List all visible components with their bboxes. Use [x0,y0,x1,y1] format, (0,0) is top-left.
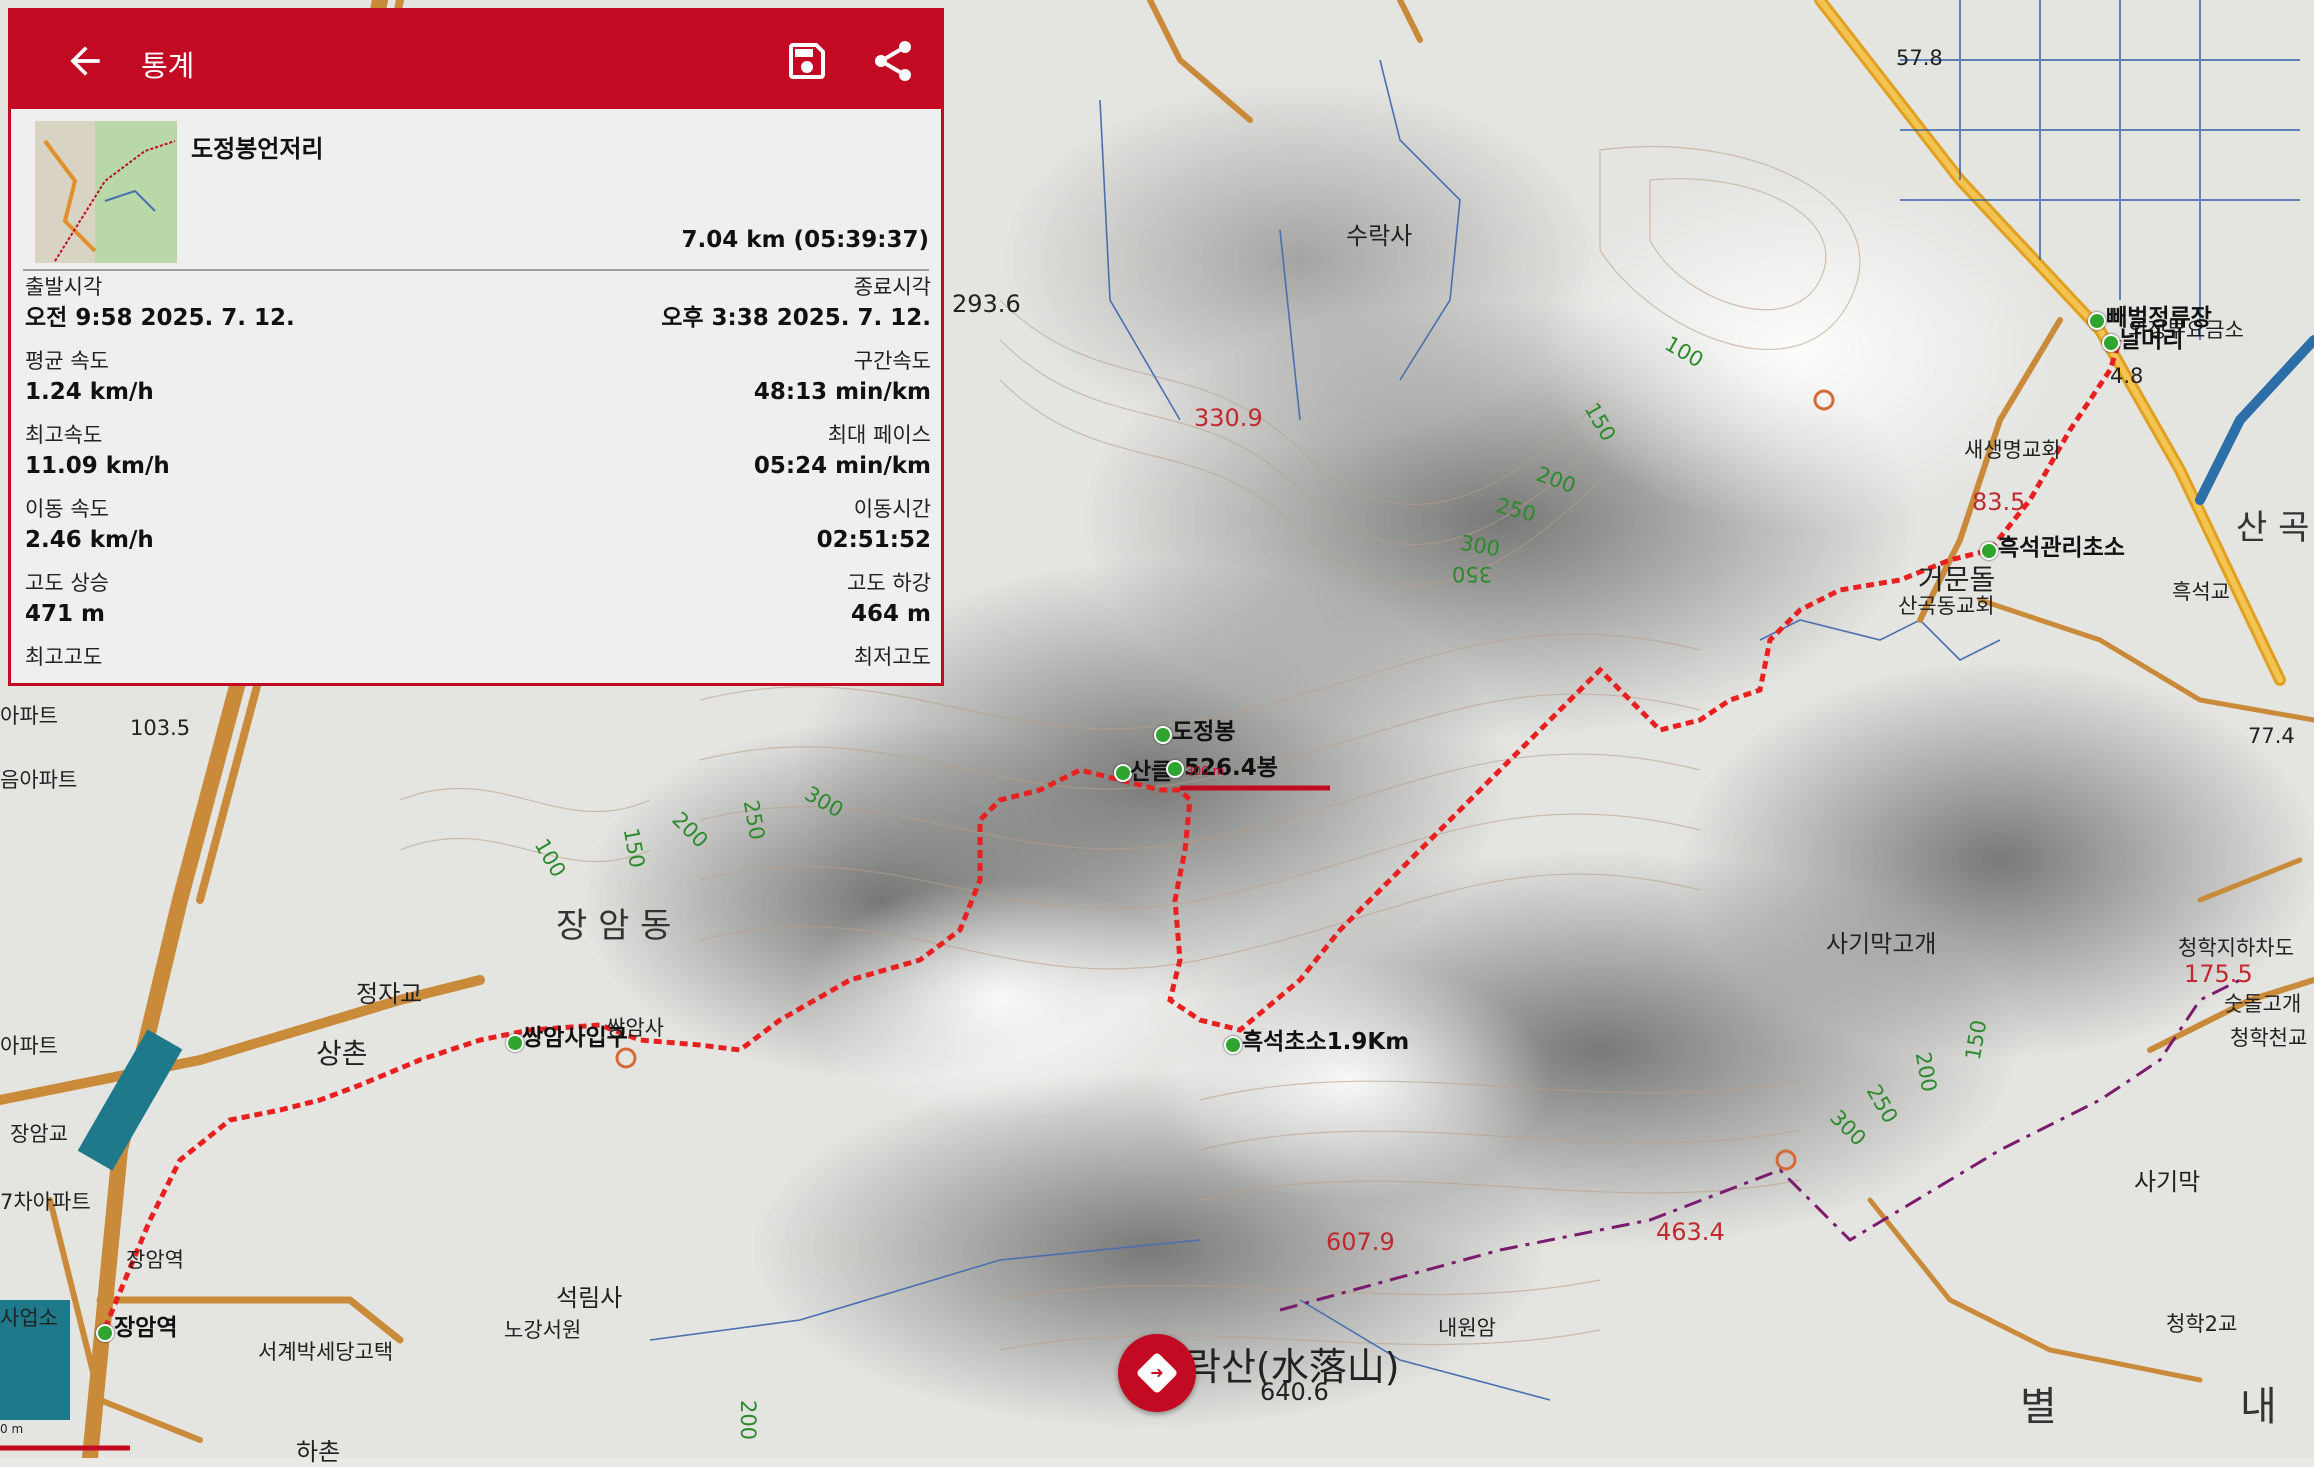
place-sangokchurch: 산곡동교회 [1898,594,1995,618]
waypoint-nalmeori[interactable]: 날머리 [2120,320,2183,354]
waypoint-ssangamipgu[interactable]: 쌍암사입구 [522,1018,628,1052]
place-cheonghakcheongyo: 청학천교 [2230,1026,2308,1050]
stat-label: 최저고도 [853,645,931,669]
app-bar: 통계 [11,11,941,109]
place-sagimak: 사기막 [2134,1168,2201,1196]
place-suraksa: 수락사 [1346,222,1413,250]
place-eopso: 사업소 [0,1306,58,1330]
stats-row: 고도 상승 471 m 고도 하강 464 m [11,569,941,643]
share-icon[interactable] [869,37,917,85]
place-saesaengchurch: 새생명교회 [1964,438,2061,462]
stat-label: 평균 속도 [25,349,109,373]
place-cheonghak2gyo: 청학2교 [2166,1312,2238,1336]
height-label: 293.6 [952,290,1021,318]
place-apt1: 아파트 [0,704,58,728]
place-byeol: 별 [2020,1384,2057,1430]
navigate-button[interactable]: ➜ [1118,1334,1196,1412]
place-naewonam: 내원암 [1438,1316,1496,1340]
stat-label: 구간속도 [853,349,931,373]
place-seoklimsa: 석림사 [556,1284,623,1312]
place-heukseokgyo: 흑석교 [2172,580,2230,604]
height-label: 57.8 [1896,46,1943,70]
peak-label: 463.4 [1656,1218,1725,1246]
scale-bar-label: 0 m [0,1422,24,1436]
height-label: 83.5 [1972,488,2026,516]
place-sangchon: 상촌 [316,1037,368,1070]
place-apt3: 7차아파트 [0,1190,91,1214]
stats-row: 최고속도 11.09 km/h 최대 페이스 05:24 min/km [11,421,941,495]
stat-label: 최고고도 [25,645,103,669]
stats-row: 이동 속도 2.46 km/h 이동시간 02:51:52 [11,495,941,569]
place-sangok: 산 곡 [2236,508,2310,548]
waypoint-marker[interactable] [1224,1036,1242,1054]
stat-value: 1.24 km/h [25,379,154,405]
waypoint-marker[interactable] [2088,312,2106,330]
track-distance-time: 7.04 km (05:39:37) [681,227,929,253]
height-label: 77.4 [2248,724,2295,748]
waypoint-marker[interactable] [1166,760,1184,778]
peak-label: 175.5 [2184,960,2253,988]
stats-row: 평균 속도 1.24 km/h 구간속도 48:13 min/km [11,347,941,421]
waypoint-dojeongbong[interactable]: 도정봉 [1172,712,1235,746]
stat-value: 2.46 km/h [25,527,154,553]
save-icon[interactable] [783,37,831,85]
stats-row: 최고고도 최저고도 [11,643,941,683]
waypoint-marker[interactable] [1154,726,1172,744]
navigate-arrow-icon: ➜ [1150,1363,1164,1382]
place-apt4: 아파트 [0,1034,58,1058]
stat-value: 02:51:52 [816,527,931,553]
stat-label: 출발시각 [25,275,103,299]
statistics-panel: 통계 도정봉언저리 7.04 km (05:39:37) 출발시각오전 9:58… [8,8,944,686]
place-jangamgyo: 장암교 [10,1122,68,1146]
place-apt2: 음아파트 [0,768,78,792]
track-name: 도정봉언저리 [191,135,324,163]
track-header: 도정봉언저리 7.04 km (05:39:37) [23,109,929,271]
peak-label: 330.9 [1194,404,1263,432]
contour-label: 350 [1452,562,1493,586]
waypoint-heukseokgwanri[interactable]: 흑석관리초소 [1998,528,2125,562]
peak-label: 607.9 [1326,1228,1395,1256]
scale-label: 300 m [1186,764,1225,778]
contour-label: 200 [736,1399,761,1441]
stats-list: 출발시각오전 9:58 2025. 7. 12. 종료시각오후 3:38 202… [11,273,941,683]
place-jangamyeok-area: 장암역 [126,1248,184,1272]
stat-label: 이동시간 [853,497,931,521]
stat-label: 고도 하강 [847,571,931,595]
stat-label: 최고속도 [25,423,103,447]
place-cheonghakjihachado: 청학지하차도 [2178,936,2294,960]
track-thumbnail[interactable] [35,121,177,263]
stat-value: 오후 3:38 2025. 7. 12. [661,305,931,331]
waypoint-jangamyeok[interactable]: 장암역 [114,1308,177,1342]
place-seonggye: 서계박세당고택 [258,1340,394,1364]
stat-label: 종료시각 [853,275,931,299]
place-nae: 내 [2240,1384,2277,1430]
page-title: 통계 [141,49,195,83]
place-nogangseowon: 노강서원 [504,1318,582,1342]
stat-value: 464 m [851,601,931,627]
stat-value: 11.09 km/h [25,453,170,479]
stat-value: 48:13 min/km [753,379,931,405]
stat-value: 05:24 min/km [753,453,931,479]
stat-label: 고도 상승 [25,571,109,595]
place-sutdolgogae: 숫돌고개 [2224,992,2302,1016]
stat-value: 471 m [25,601,105,627]
back-arrow-icon[interactable] [63,39,107,83]
place-jeongjagyo: 정자교 [356,980,423,1008]
waypoint-heukseokchoso[interactable]: 흑석초소1.9Km [1242,1022,1409,1056]
place-jangamdong: 장 암 동 [556,906,672,946]
height-label: 640.6 [1260,1378,1329,1406]
stats-row: 출발시각오전 9:58 2025. 7. 12. 종료시각오후 3:38 202… [11,273,941,347]
place-sagimakgogae: 사기막고개 [1826,930,1937,958]
waypoint-marker[interactable] [96,1324,114,1342]
waypoint-marker[interactable] [2102,334,2120,352]
height-label: 4.8 [2110,364,2144,388]
stat-label: 최대 페이스 [827,423,931,447]
waypoint-marker[interactable] [1980,542,1998,560]
stat-value: 오전 9:58 2025. 7. 12. [25,305,295,331]
stat-label: 이동 속도 [25,497,109,521]
height-label: 103.5 [130,716,191,740]
place-hachon: 하촌 [296,1438,341,1466]
